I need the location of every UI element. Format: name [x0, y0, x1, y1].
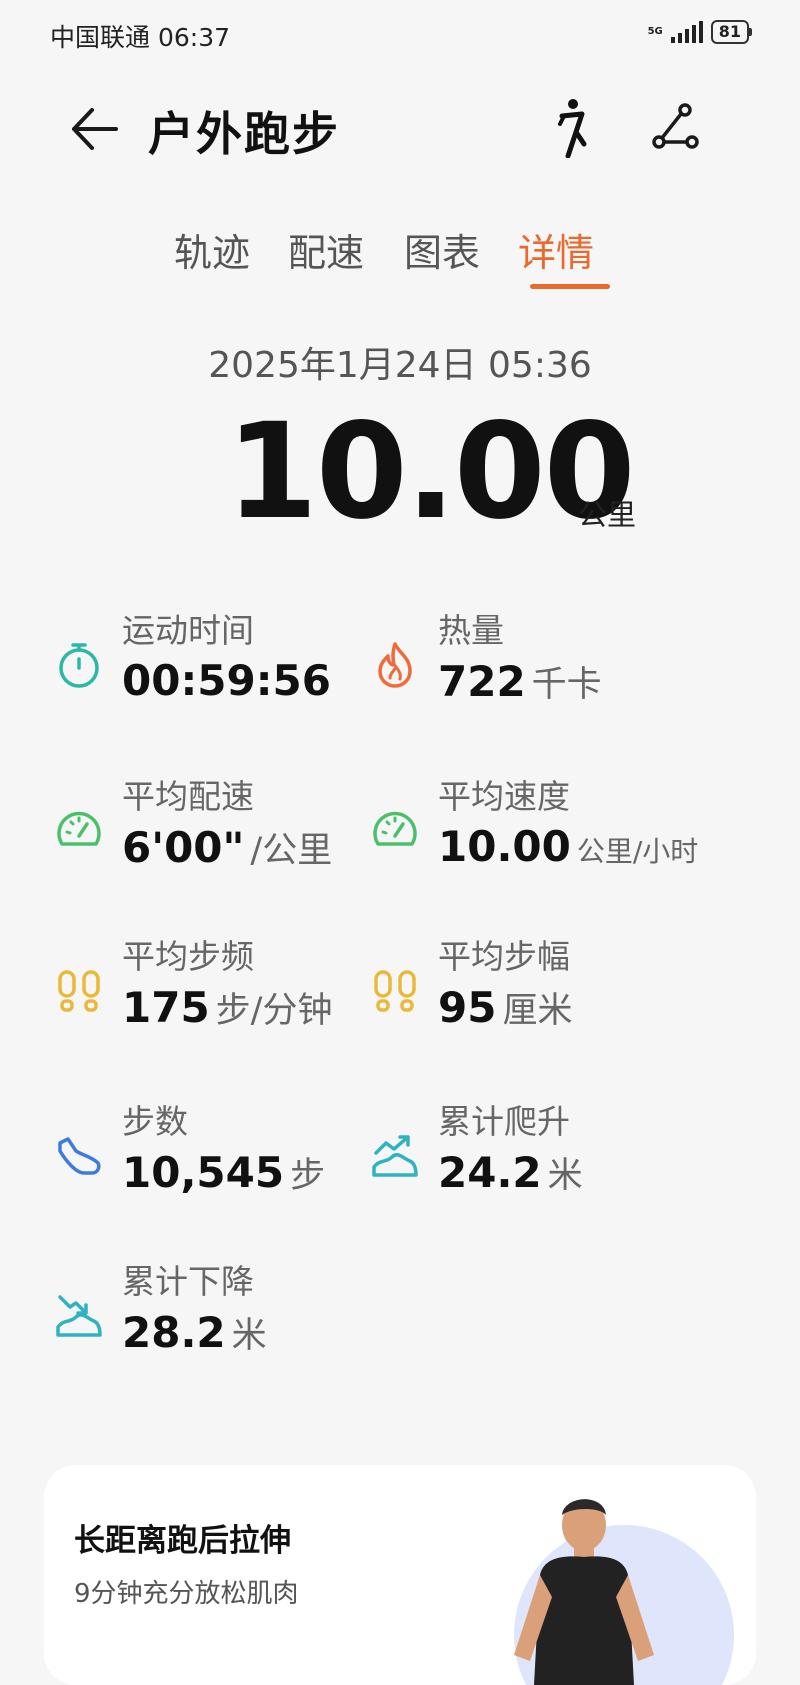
metric-avg-stride: 平均步幅 95 厘米 — [370, 930, 710, 1050]
speedometer-icon — [57, 811, 101, 846]
metric-avg-pace: 平均配速 6'00"/公里 — [54, 770, 394, 890]
tab-indicator — [530, 284, 610, 289]
tab-bar: 轨迹 配速 图表 详情 — [0, 222, 800, 292]
stretching-person-illustration — [514, 1499, 734, 1685]
metric-value: 722 — [438, 657, 526, 706]
footprints-icon — [58, 970, 100, 1012]
signal-icon — [670, 21, 703, 43]
runner-icon[interactable] — [552, 98, 592, 158]
metric-value: 6'00" — [122, 823, 245, 872]
metric-steps: 步数 10,545 步 — [54, 1095, 394, 1215]
metric-unit: 公里/小时 — [576, 835, 699, 868]
metric-unit: 米 — [231, 1316, 267, 1356]
battery-level: 81 — [710, 20, 749, 44]
metric-unit: /公里 — [250, 831, 333, 871]
header: 户外跑步 — [0, 90, 800, 170]
distance-unit: 公里 — [578, 498, 637, 532]
metric-value: 28.2 — [122, 1308, 226, 1357]
metric-value: 10.00 — [438, 822, 571, 871]
metric-value: 24.2 — [438, 1148, 542, 1197]
metric-label: 累计爬升 — [438, 1102, 570, 1141]
metric-descent: 累计下降 28.2 米 — [54, 1255, 394, 1375]
battery-icon: 81 — [710, 20, 752, 44]
card-title: 长距离跑后拉伸 — [74, 1523, 291, 1559]
metric-value: 175 — [122, 983, 210, 1032]
tab-pace[interactable]: 配速 — [288, 222, 364, 277]
stopwatch-icon — [59, 643, 99, 688]
metric-label: 步数 — [122, 1102, 188, 1141]
metric-label: 运动时间 — [122, 611, 254, 650]
metric-duration: 运动时间 00:59:56 — [54, 604, 394, 724]
metric-unit: 步/分钟 — [215, 991, 333, 1031]
metric-unit: 米 — [547, 1156, 583, 1196]
metric-label: 累计下降 — [122, 1262, 254, 1301]
status-bar: 中国联通 06:37 5G 81 — [0, 0, 800, 66]
metric-value: 10,545 — [122, 1148, 285, 1197]
ascent-icon — [372, 1135, 418, 1177]
back-arrow-icon[interactable] — [66, 104, 122, 154]
metric-label: 平均步幅 — [438, 937, 570, 976]
metric-unit: 步 — [290, 1156, 326, 1196]
page-title: 户外跑步 — [148, 107, 340, 161]
route-share-icon[interactable] — [650, 102, 700, 152]
metric-value: 00:59:56 — [122, 656, 331, 705]
metric-avg-cadence: 平均步频 175 步/分钟 — [54, 930, 394, 1050]
shoe-icon — [58, 1137, 101, 1175]
distance-value: 10.00 — [226, 395, 636, 549]
flame-icon — [378, 642, 412, 688]
metric-calories: 热量 722 千卡 — [370, 604, 710, 724]
metric-label: 平均速度 — [438, 777, 570, 816]
stretch-course-card[interactable]: 长距离跑后拉伸 9分钟充分放松肌肉 — [44, 1465, 756, 1685]
speedometer-icon — [373, 811, 417, 846]
metric-unit: 千卡 — [531, 665, 602, 705]
tab-track[interactable]: 轨迹 — [174, 222, 250, 277]
card-subtitle: 9分钟充分放松肌肉 — [74, 1579, 299, 1609]
clock: 06:37 — [157, 23, 231, 52]
status-carrier-time: 中国联通 06:37 — [50, 18, 230, 54]
footprints-icon — [374, 970, 416, 1012]
metric-label: 平均配速 — [122, 777, 254, 816]
metric-unit: 厘米 — [502, 991, 573, 1031]
carrier-name: 中国联通 — [50, 23, 151, 52]
tab-details[interactable]: 详情 — [518, 222, 594, 277]
descent-icon — [56, 1295, 102, 1337]
metric-label: 平均步频 — [122, 937, 254, 976]
metric-value: 95 — [438, 983, 497, 1032]
metric-ascent: 累计爬升 24.2 米 — [370, 1095, 710, 1215]
metric-avg-speed: 平均速度 10.00 公里/小时 — [370, 770, 710, 890]
workout-date: 2025年1月24日 05:36 — [208, 345, 592, 386]
metric-label: 热量 — [438, 611, 504, 650]
network-type: 5G — [647, 26, 663, 37]
status-indicators: 5G 81 — [648, 20, 752, 44]
tab-charts[interactable]: 图表 — [404, 222, 480, 277]
